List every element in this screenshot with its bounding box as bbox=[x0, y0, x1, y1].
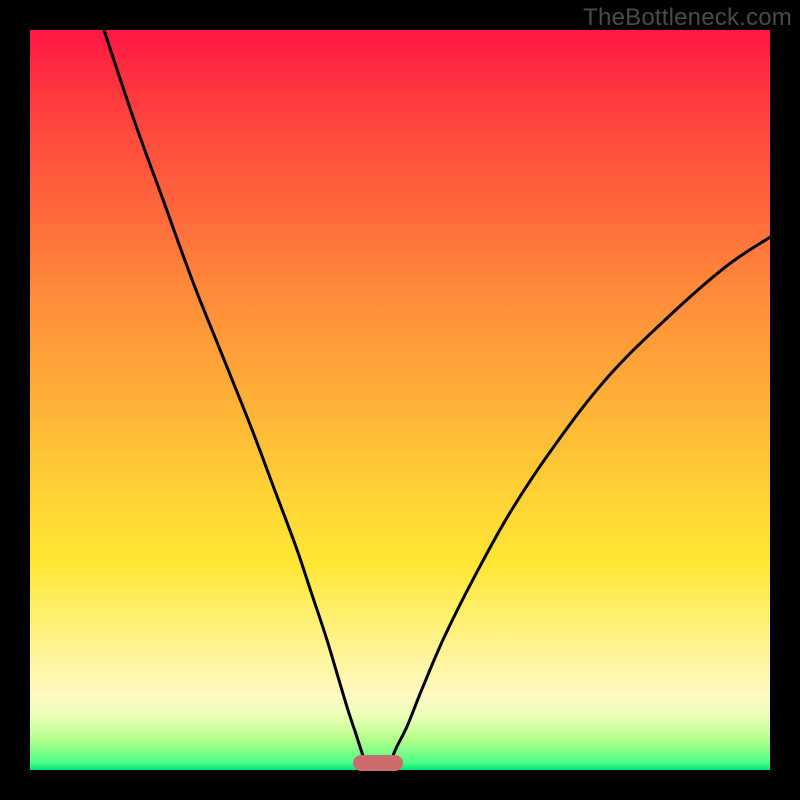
minimum-marker bbox=[353, 755, 403, 771]
curve-svg bbox=[30, 30, 770, 770]
curve-right-branch bbox=[390, 237, 770, 762]
curve-left-branch bbox=[104, 30, 365, 763]
chart-frame: TheBottleneck.com bbox=[0, 0, 800, 800]
plot-area bbox=[30, 30, 770, 770]
watermark-text: TheBottleneck.com bbox=[583, 4, 792, 32]
